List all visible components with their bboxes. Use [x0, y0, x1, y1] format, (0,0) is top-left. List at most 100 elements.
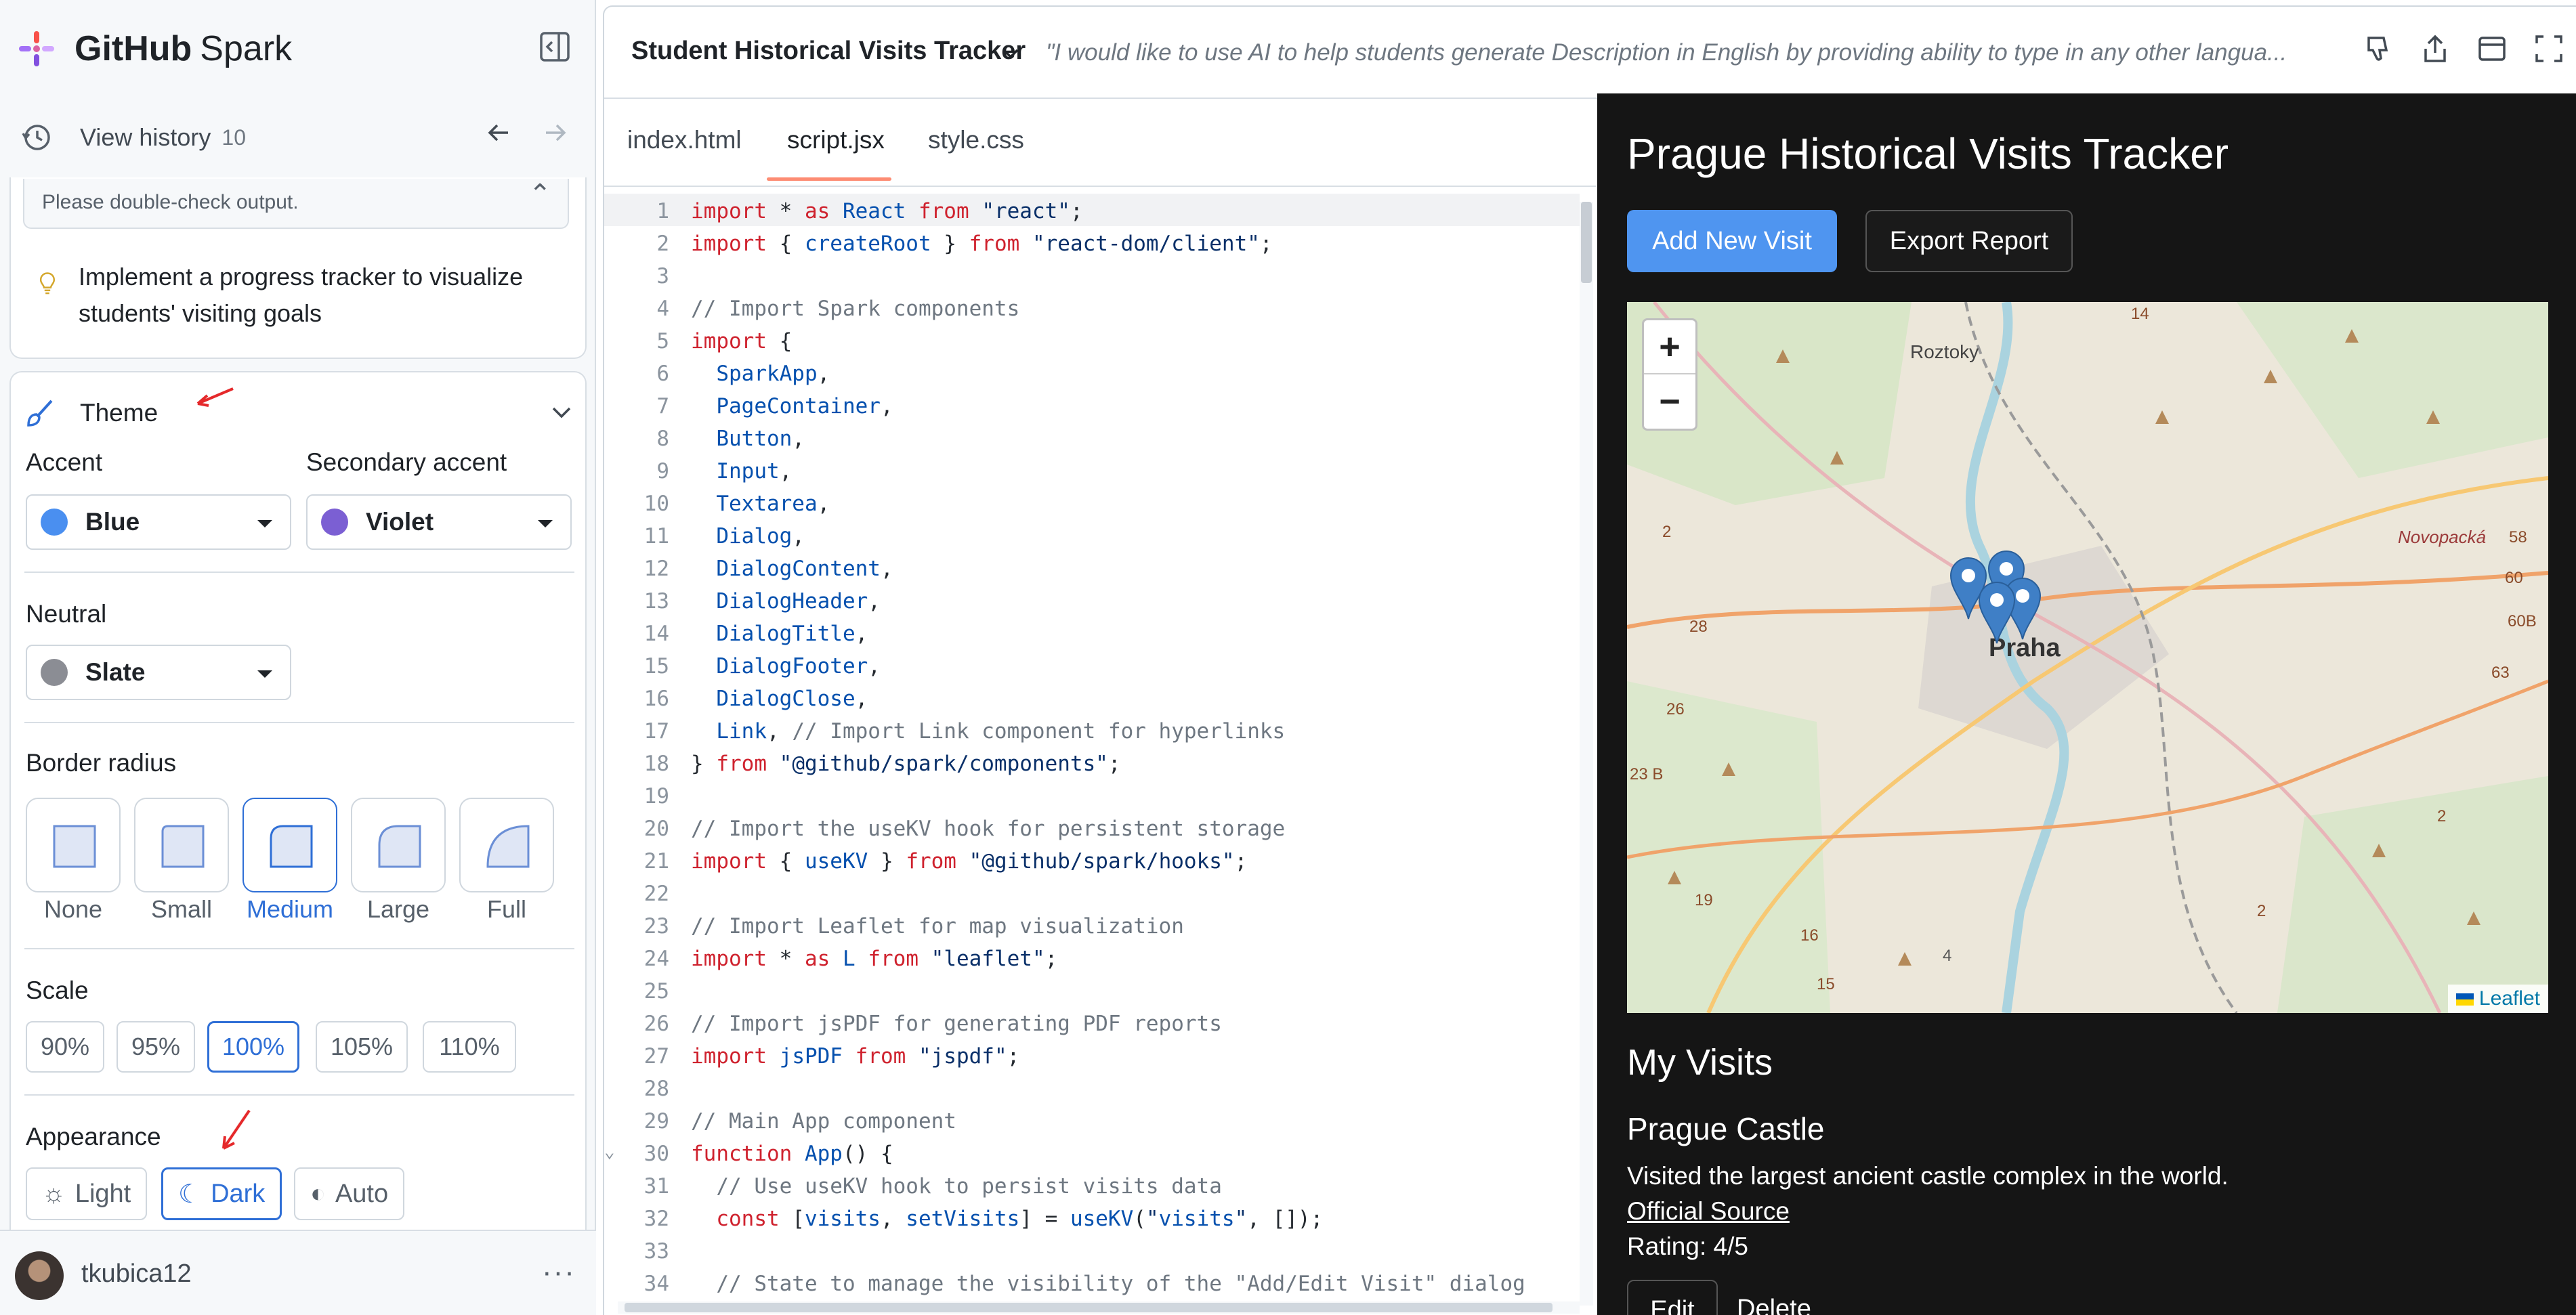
tab-style-css[interactable]: style.css	[928, 126, 1024, 154]
more-options-icon[interactable]: ···	[542, 1255, 576, 1289]
appearance-auto-label: Auto	[335, 1179, 389, 1208]
line-number: 23	[643, 914, 669, 939]
accent-select[interactable]: Blue	[26, 494, 291, 550]
code-line: SparkApp,	[716, 362, 830, 386]
radius-large-option[interactable]	[351, 798, 446, 892]
chevron-down-icon[interactable]	[1001, 47, 1020, 61]
line-number: 6	[656, 362, 669, 386]
radius-full-option[interactable]	[459, 798, 554, 892]
annotation-arrow	[222, 1109, 251, 1150]
radius-none-option[interactable]	[26, 798, 121, 892]
share-icon[interactable]	[2420, 34, 2450, 64]
code-line: // Use useKV hook to persist visits data	[691, 1174, 1222, 1199]
zoom-in-button[interactable]: +	[1644, 320, 1695, 374]
code-line: function App() {	[691, 1142, 893, 1166]
view-history-label: View history	[80, 123, 211, 151]
road-number-63: 63	[2491, 664, 2510, 682]
line-number: 21	[643, 849, 669, 874]
scale-110-option[interactable]: 110%	[423, 1021, 516, 1073]
suggestion-item[interactable]: Implement a progress tracker to visualiz…	[39, 259, 568, 332]
secondary-accent-select[interactable]: Violet	[306, 494, 572, 550]
fullscreen-icon[interactable]	[2534, 34, 2564, 64]
delete-visit-button[interactable]: Delete	[1737, 1295, 1811, 1315]
radius-small-option[interactable]	[134, 798, 229, 892]
road-number-16: 16	[1800, 926, 1819, 945]
scale-100-option[interactable]: 100%	[207, 1021, 299, 1073]
vertical-scrollbar[interactable]	[1580, 202, 1593, 1306]
road-number-19: 19	[1695, 891, 1713, 909]
chevron-down-icon[interactable]	[550, 401, 573, 424]
theme-header[interactable]: Theme	[23, 386, 578, 440]
prompt-text[interactable]: "I would like to use AI to help students…	[1046, 39, 2326, 66]
code-line: import * as L from "leaflet";	[691, 947, 1058, 971]
theme-panel: Theme Accent Secondary accent Blue Viole…	[9, 371, 587, 1315]
accent-label: Accent	[26, 448, 103, 476]
top-bar: Student Historical Visits Tracker "I wou…	[604, 7, 2576, 99]
scale-105-option[interactable]: 105%	[316, 1021, 408, 1073]
suggestion-text: Implement a progress tracker to visualiz…	[78, 263, 524, 327]
edit-visit-button[interactable]: Edit	[1627, 1280, 1718, 1315]
road-number-2c: 2	[2437, 807, 2447, 825]
scale-95-option[interactable]: 95%	[117, 1021, 195, 1073]
fold-chevron-icon[interactable]: ⌄	[604, 1142, 620, 1162]
avatar	[15, 1251, 64, 1300]
code-line: Input,	[716, 459, 793, 483]
official-source-link[interactable]: Official Source	[1627, 1197, 1790, 1226]
file-tabs: index.html script.jsx style.css	[604, 99, 1596, 187]
output-warning: Please double-check output. ⌃	[23, 179, 569, 229]
line-number: 1	[656, 199, 669, 223]
code-line: } from "@github/spark/components";	[691, 752, 1121, 776]
leaflet-link[interactable]: Leaflet	[2479, 987, 2540, 1010]
scale-90-option[interactable]: 90%	[26, 1021, 104, 1073]
project-title[interactable]: Student Historical Visits Tracker	[631, 37, 1026, 66]
appearance-auto-option[interactable]: ◐ Auto	[294, 1167, 405, 1220]
tab-index-html[interactable]: index.html	[627, 126, 742, 154]
code-line: DialogContent,	[716, 557, 893, 581]
code-line: Textarea,	[716, 492, 830, 516]
line-number: 20	[643, 817, 669, 841]
history-count: 10	[221, 125, 247, 150]
brand[interactable]: GitHub Spark	[16, 20, 292, 77]
border-radius-label: Border radius	[26, 749, 177, 777]
radius-medium-label: Medium	[246, 895, 334, 923]
appearance-label: Appearance	[26, 1123, 161, 1150]
radius-large-label: Large	[366, 895, 430, 923]
road-number-14: 14	[2131, 305, 2149, 323]
road-number-58: 58	[2509, 528, 2527, 546]
map[interactable]: Roztoky Novopacká Praha 2 28 26 23 B 19 …	[1627, 302, 2548, 1013]
horizontal-scrollbar[interactable]	[618, 1301, 1580, 1314]
browser-window-icon[interactable]	[2477, 34, 2507, 64]
line-number: 24	[643, 947, 669, 971]
user-bar[interactable]: tkubica12 ···	[0, 1230, 596, 1315]
spark-logo-icon	[19, 31, 54, 66]
line-number: 16	[643, 687, 669, 711]
code-line: DialogClose,	[716, 687, 868, 711]
appearance-light-option[interactable]: ☼ Light	[26, 1167, 148, 1220]
collapse-sidebar-icon[interactable]	[539, 31, 570, 62]
code-editor[interactable]: 1 import * as React from "react"; 2 import …	[604, 188, 1596, 1315]
view-history[interactable]: View history 10	[20, 114, 576, 161]
code-line: import * as React from "react";	[691, 199, 1083, 223]
export-report-button[interactable]: Export Report	[1865, 210, 2073, 272]
line-number: 18	[643, 752, 669, 776]
chevron-up-icon[interactable]: ⌃	[528, 179, 551, 210]
appearance-dark-option[interactable]: ☾ Dark	[161, 1167, 282, 1220]
neutral-label: Neutral	[26, 600, 107, 628]
map-attribution[interactable]: Leaflet	[2447, 985, 2548, 1013]
map-label-novopacka: Novopacká	[2398, 527, 2487, 547]
neutral-select[interactable]: Slate	[26, 645, 291, 700]
code-line: PageContainer,	[716, 394, 893, 418]
forward-arrow-icon[interactable]	[542, 119, 569, 146]
code-line: DialogFooter,	[716, 654, 881, 678]
moon-icon: ☾	[178, 1180, 202, 1209]
line-number: 5	[656, 329, 669, 353]
map-marker-icon[interactable]	[1977, 580, 2017, 645]
zoom-out-button[interactable]: −	[1644, 374, 1695, 429]
back-arrow-icon[interactable]	[485, 119, 512, 146]
add-new-visit-button[interactable]: Add New Visit	[1627, 210, 1837, 272]
thumbs-down-icon[interactable]	[2363, 34, 2393, 64]
code-line: // Import the useKV hook for persistent …	[691, 817, 1286, 841]
road-number-60: 60	[2505, 569, 2523, 587]
tab-script-jsx[interactable]: script.jsx	[787, 126, 885, 154]
radius-medium-option[interactable]	[242, 798, 337, 892]
